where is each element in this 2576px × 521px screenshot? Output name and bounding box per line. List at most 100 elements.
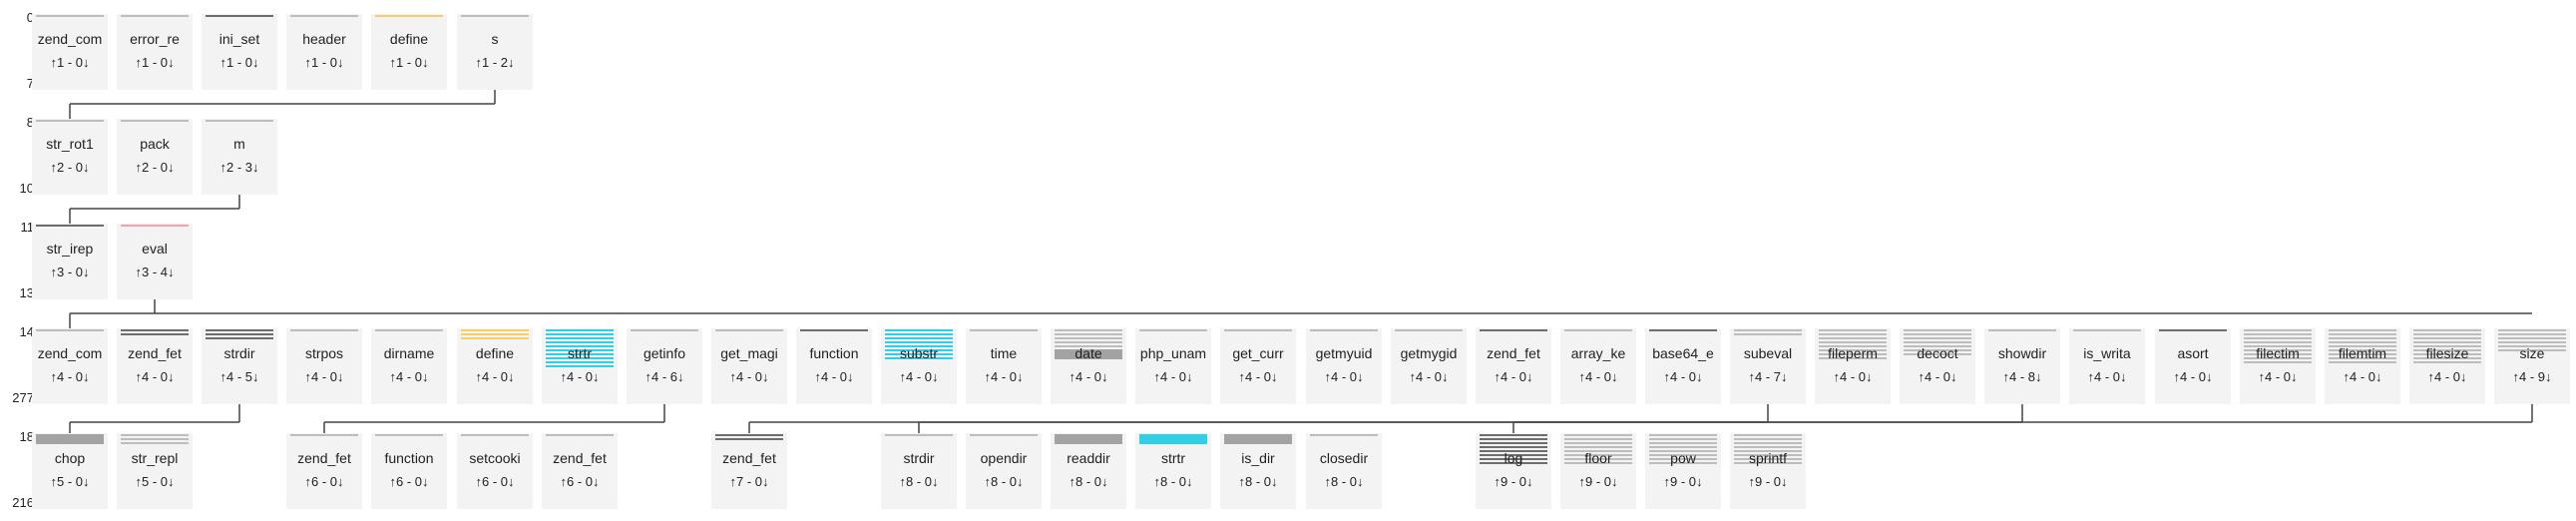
function-node[interactable]: decoct ↑4 - 0↓ xyxy=(1900,328,1975,404)
node-name: strdir xyxy=(903,450,935,466)
function-node[interactable]: getmygid ↑4 - 0↓ xyxy=(1391,328,1467,404)
function-node[interactable]: get_magi ↑4 - 0↓ xyxy=(711,328,787,404)
function-node[interactable]: zend_fet ↑7 - 0↓ xyxy=(711,433,787,509)
function-node[interactable]: error_re ↑1 - 0↓ xyxy=(117,14,193,90)
usage-stripes xyxy=(290,328,358,404)
usage-stripe xyxy=(1649,434,1717,436)
function-node[interactable]: getinfo ↑4 - 6↓ xyxy=(627,328,702,404)
function-node[interactable]: readdir ↑8 - 0↓ xyxy=(1051,433,1126,509)
usage-stripes xyxy=(206,328,273,404)
function-node[interactable]: getmyuid ↑4 - 0↓ xyxy=(1306,328,1382,404)
node-name: str_repl xyxy=(131,450,179,466)
function-node[interactable]: zend_fet ↑4 - 0↓ xyxy=(1476,328,1551,404)
function-node[interactable]: subeval ↑4 - 7↓ xyxy=(1730,328,1806,404)
usage-stripes xyxy=(631,328,698,404)
usage-stripe xyxy=(2073,329,2141,331)
function-node[interactable]: opendir ↑8 - 0↓ xyxy=(966,433,1042,509)
function-node[interactable]: zend_fet ↑4 - 0↓ xyxy=(117,328,193,404)
function-node[interactable]: header ↑1 - 0↓ xyxy=(286,14,362,90)
function-node[interactable]: log ↑9 - 0↓ xyxy=(1476,433,1551,509)
function-node[interactable]: setcooki ↑6 - 0↓ xyxy=(457,433,533,509)
node-name: strpos xyxy=(304,345,344,361)
function-node[interactable]: fileperm ↑4 - 0↓ xyxy=(1815,328,1891,404)
function-node[interactable]: define ↑4 - 0↓ xyxy=(457,328,533,404)
node-counts: ↑3 - 0↓ xyxy=(50,264,90,279)
function-node[interactable]: get_curr ↑4 - 0↓ xyxy=(1220,328,1296,404)
function-node[interactable]: function ↑6 - 0↓ xyxy=(371,433,447,509)
function-node[interactable]: strtr ↑8 - 0↓ xyxy=(1135,433,1211,509)
function-node[interactable]: closedir ↑8 - 0↓ xyxy=(1306,433,1382,509)
usage-stripe xyxy=(546,333,614,335)
node-counts: ↑9 - 0↓ xyxy=(1663,474,1703,489)
function-node[interactable]: str_repl ↑5 - 0↓ xyxy=(117,433,193,509)
function-node[interactable]: ini_set ↑1 - 0↓ xyxy=(202,14,277,90)
function-node[interactable]: php_unam ↑4 - 0↓ xyxy=(1135,328,1211,404)
function-node[interactable]: pack ↑2 - 0↓ xyxy=(117,119,193,195)
function-node[interactable]: s ↑1 - 2↓ xyxy=(457,14,533,90)
function-node[interactable]: strdir ↑8 - 0↓ xyxy=(881,433,957,509)
function-node[interactable]: eval ↑3 - 4↓ xyxy=(117,224,193,299)
usage-stripes xyxy=(1395,328,1463,404)
usage-stripe xyxy=(36,225,104,227)
function-node[interactable]: function ↑4 - 0↓ xyxy=(796,328,872,404)
function-node[interactable]: dirname ↑4 - 0↓ xyxy=(371,328,447,404)
usage-stripe xyxy=(461,337,529,339)
function-node[interactable]: filesize ↑4 - 0↓ xyxy=(2409,328,2485,404)
node-counts: ↑4 - 6↓ xyxy=(644,369,684,384)
function-node[interactable]: filectim ↑4 - 0↓ xyxy=(2240,328,2316,404)
function-node[interactable]: chop ↑5 - 0↓ xyxy=(32,433,108,509)
usage-stripe xyxy=(1055,341,1122,343)
usage-stripe xyxy=(800,329,868,331)
usage-stripe xyxy=(546,329,614,331)
usage-stripe xyxy=(1819,333,1887,335)
row-start-label: 18 xyxy=(19,429,34,444)
node-counts: ↑4 - 0↓ xyxy=(1833,369,1873,384)
function-node[interactable]: define ↑1 - 0↓ xyxy=(371,14,447,90)
function-node[interactable]: pow ↑9 - 0↓ xyxy=(1645,433,1721,509)
function-node[interactable]: array_ke ↑4 - 0↓ xyxy=(1560,328,1636,404)
function-node[interactable]: is_writa ↑4 - 0↓ xyxy=(2069,328,2145,404)
usage-stripe xyxy=(1564,446,1632,448)
usage-stripe xyxy=(2329,361,2396,363)
function-node[interactable]: time ↑4 - 0↓ xyxy=(966,328,1042,404)
function-node[interactable]: zend_fet ↑6 - 0↓ xyxy=(542,433,618,509)
function-node[interactable]: base64_e ↑4 - 0↓ xyxy=(1645,328,1721,404)
function-node[interactable]: showdir ↑4 - 8↓ xyxy=(1984,328,2060,404)
usage-stripe xyxy=(2413,329,2481,331)
usage-stripe xyxy=(546,365,614,367)
function-node[interactable]: m ↑2 - 3↓ xyxy=(202,119,277,195)
usage-stripe xyxy=(2498,337,2566,339)
usage-stripe xyxy=(546,337,614,339)
function-node[interactable]: strtr ↑4 - 0↓ xyxy=(542,328,618,404)
usage-stripe xyxy=(206,329,273,331)
function-node[interactable]: strdir ↑4 - 5↓ xyxy=(202,328,277,404)
usage-stripe xyxy=(206,333,273,335)
function-node[interactable]: asort ↑4 - 0↓ xyxy=(2155,328,2231,404)
usage-stripes xyxy=(36,224,104,299)
node-name: zend_fet xyxy=(553,450,607,466)
function-node[interactable]: str_rot1 ↑2 - 0↓ xyxy=(32,119,108,195)
node-counts: ↑4 - 0↓ xyxy=(984,369,1024,384)
usage-stripe xyxy=(885,337,953,339)
usage-stripe xyxy=(1310,329,1378,331)
function-node[interactable]: is_dir ↑8 - 0↓ xyxy=(1220,433,1296,509)
node-counts: ↑4 - 9↓ xyxy=(2512,369,2552,384)
node-name: define xyxy=(475,345,515,361)
function-node[interactable]: zend_com ↑4 - 0↓ xyxy=(32,328,108,404)
function-node[interactable]: strpos ↑4 - 0↓ xyxy=(286,328,362,404)
node-name: zend_fet xyxy=(297,450,351,466)
usage-stripes xyxy=(1819,328,1887,404)
usage-stripes xyxy=(206,14,273,90)
function-node[interactable]: floor ↑9 - 0↓ xyxy=(1560,433,1636,509)
function-node[interactable]: filemtim ↑4 - 0↓ xyxy=(2325,328,2400,404)
usage-stripe xyxy=(885,329,953,331)
function-node[interactable]: size ↑4 - 9↓ xyxy=(2494,328,2570,404)
function-node[interactable]: date ↑4 - 0↓ xyxy=(1051,328,1126,404)
node-name: get_curr xyxy=(1232,345,1284,361)
node-counts: ↑9 - 0↓ xyxy=(1748,474,1788,489)
function-node[interactable]: zend_fet ↑6 - 0↓ xyxy=(286,433,362,509)
function-node[interactable]: sprintf ↑9 - 0↓ xyxy=(1730,433,1806,509)
function-node[interactable]: str_irep ↑3 - 0↓ xyxy=(32,224,108,299)
function-node[interactable]: zend_com ↑1 - 0↓ xyxy=(32,14,108,90)
function-node[interactable]: substr ↑4 - 0↓ xyxy=(881,328,957,404)
